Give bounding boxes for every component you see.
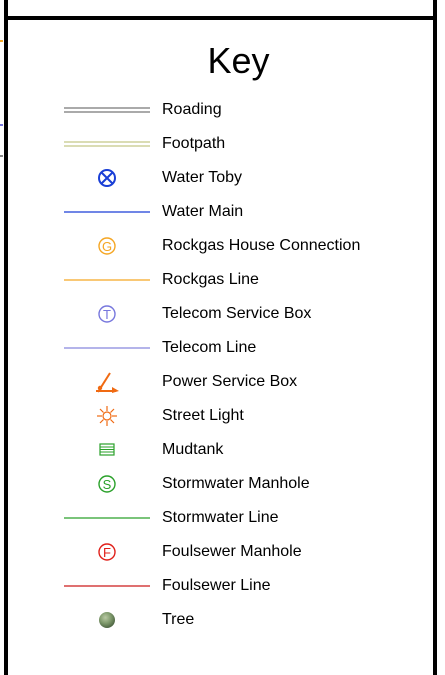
legend-item-tree: Tree bbox=[8, 609, 433, 643]
legend-label: Roading bbox=[162, 101, 222, 118]
svg-text:T: T bbox=[103, 307, 111, 322]
legend-label: Power Service Box bbox=[162, 373, 298, 390]
legend-item-stormwater-line: Stormwater Line bbox=[8, 507, 433, 541]
map-key-canvas: Key Roading Footpath Water Toby Water Ma… bbox=[0, 0, 445, 675]
legend-label: Water Toby bbox=[162, 169, 243, 186]
circle-s-icon: S bbox=[62, 473, 152, 495]
line-icon bbox=[62, 575, 152, 597]
legend-item-stormwater-manhole: S Stormwater Manhole bbox=[8, 473, 433, 507]
legend-item-water-toby: Water Toby bbox=[8, 167, 433, 201]
legend-item-street-light: Street Light bbox=[8, 405, 433, 439]
circle-f-icon: F bbox=[62, 541, 152, 563]
line-icon bbox=[62, 201, 152, 223]
map-fragment-grey bbox=[0, 155, 3, 157]
svg-text:G: G bbox=[102, 239, 112, 254]
svg-text:F: F bbox=[103, 545, 111, 560]
legend-item-footpath: Footpath bbox=[8, 133, 433, 167]
line-icon bbox=[62, 507, 152, 529]
map-fragment-orange bbox=[0, 40, 3, 42]
circle-x-icon bbox=[62, 167, 152, 189]
legend-label: Tree bbox=[162, 611, 195, 628]
legend-label: Water Main bbox=[162, 203, 244, 220]
tree-icon bbox=[62, 609, 152, 631]
circle-t-icon: T bbox=[62, 303, 152, 325]
legend-item-telecom-line: Telecom Line bbox=[8, 337, 433, 371]
legend-label: Telecom Line bbox=[162, 339, 257, 356]
sun-icon bbox=[62, 405, 152, 427]
legend-label: Stormwater Manhole bbox=[162, 475, 310, 492]
legend-item-power-service-box: Power Service Box bbox=[8, 371, 433, 405]
panel-top-frame bbox=[4, 0, 437, 16]
legend-label: Rockgas House Connection bbox=[162, 237, 361, 254]
map-fragment-blue bbox=[0, 124, 3, 126]
legend-item-foulsewer-manhole: F Foulsewer Manhole bbox=[8, 541, 433, 575]
legend-label: Street Light bbox=[162, 407, 244, 424]
legend-item-foulsewer-line: Foulsewer Line bbox=[8, 575, 433, 609]
svg-text:S: S bbox=[103, 477, 112, 492]
legend-item-roading: Roading bbox=[8, 99, 433, 133]
legend-label: Mudtank bbox=[162, 441, 224, 458]
legend-label: Footpath bbox=[162, 135, 226, 152]
legend-item-mudtank: Mudtank bbox=[8, 439, 433, 473]
legend-label: Foulsewer Line bbox=[162, 577, 271, 594]
legend-item-telecom-service-box: T Telecom Service Box bbox=[8, 303, 433, 337]
legend-label: Stormwater Line bbox=[162, 509, 279, 526]
legend-label: Rockgas Line bbox=[162, 271, 259, 288]
line-icon bbox=[62, 337, 152, 359]
power-icon bbox=[62, 371, 152, 393]
legend-label: Foulsewer Manhole bbox=[162, 543, 302, 560]
legend-label: Telecom Service Box bbox=[162, 305, 312, 322]
line-icon bbox=[62, 269, 152, 291]
mudtank-icon bbox=[62, 439, 152, 461]
legend-item-water-main: Water Main bbox=[8, 201, 433, 235]
legend-item-rockgas-house-connection: G Rockgas House Connection bbox=[8, 235, 433, 269]
legend-item-rockgas-line: Rockgas Line bbox=[8, 269, 433, 303]
key-title: Key bbox=[207, 40, 270, 81]
double-line-icon bbox=[62, 133, 152, 155]
key-panel: Key Roading Footpath Water Toby Water Ma… bbox=[4, 16, 437, 675]
double-line-icon bbox=[62, 99, 152, 121]
circle-g-icon: G bbox=[62, 235, 152, 257]
